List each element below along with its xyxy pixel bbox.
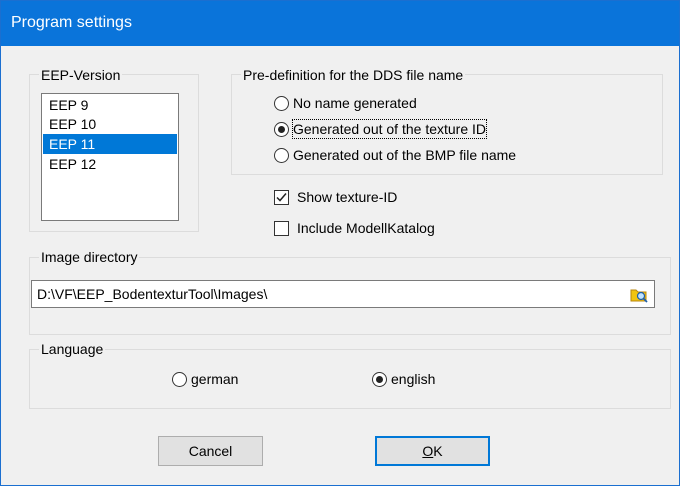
program-settings-dialog: Program settings EEP-Version EEP 9 EEP 1… [0,0,680,486]
bmp-filename-label[interactable]: Generated out of the BMP file name [293,146,516,164]
image-directory-label: Image directory [39,249,140,265]
radio-dot [278,126,285,133]
bmp-filename-radio[interactable] [274,148,289,163]
list-item-selected[interactable]: EEP 11 [43,134,177,154]
texture-id-radio[interactable] [274,122,289,137]
radio-dot [376,376,383,383]
no-name-radio[interactable] [274,96,289,111]
list-item[interactable]: EEP 12 [43,154,177,174]
eep-version-listbox[interactable]: EEP 9 EEP 10 EEP 11 EEP 12 [41,93,179,221]
ok-mnemonic: O [422,443,434,459]
dds-filename-label: Pre-definition for the DDS file name [241,67,466,83]
texture-id-label[interactable]: Generated out of the texture ID [291,119,488,139]
ok-button[interactable]: OK [375,436,490,466]
image-directory-field[interactable]: D:\VF\EEP_BodentexturTool\Images\ [31,280,655,308]
ok-label-rest: K [433,443,443,459]
english-label[interactable]: english [391,370,435,388]
english-radio[interactable] [372,372,387,387]
checkmark-icon [276,193,287,202]
german-label[interactable]: german [191,370,238,388]
no-name-label[interactable]: No name generated [293,94,417,112]
image-directory-value: D:\VF\EEP_BodentexturTool\Images\ [37,286,268,302]
show-texture-id-checkbox[interactable] [274,190,289,205]
language-group [29,349,671,409]
cancel-button[interactable]: Cancel [158,436,263,466]
include-modellkatalog-label[interactable]: Include ModellKatalog [297,219,435,237]
include-modellkatalog-checkbox[interactable] [274,221,289,236]
list-item[interactable]: EEP 9 [43,95,177,115]
eep-version-label: EEP-Version [39,67,123,83]
window-title: Program settings [11,14,132,31]
browse-folder-icon[interactable] [630,286,648,303]
german-radio[interactable] [172,372,187,387]
language-label: Language [39,341,106,357]
show-texture-id-label[interactable]: Show texture-ID [297,188,397,206]
title-bar[interactable]: Program settings [1,1,679,46]
list-item[interactable]: EEP 10 [43,114,177,134]
